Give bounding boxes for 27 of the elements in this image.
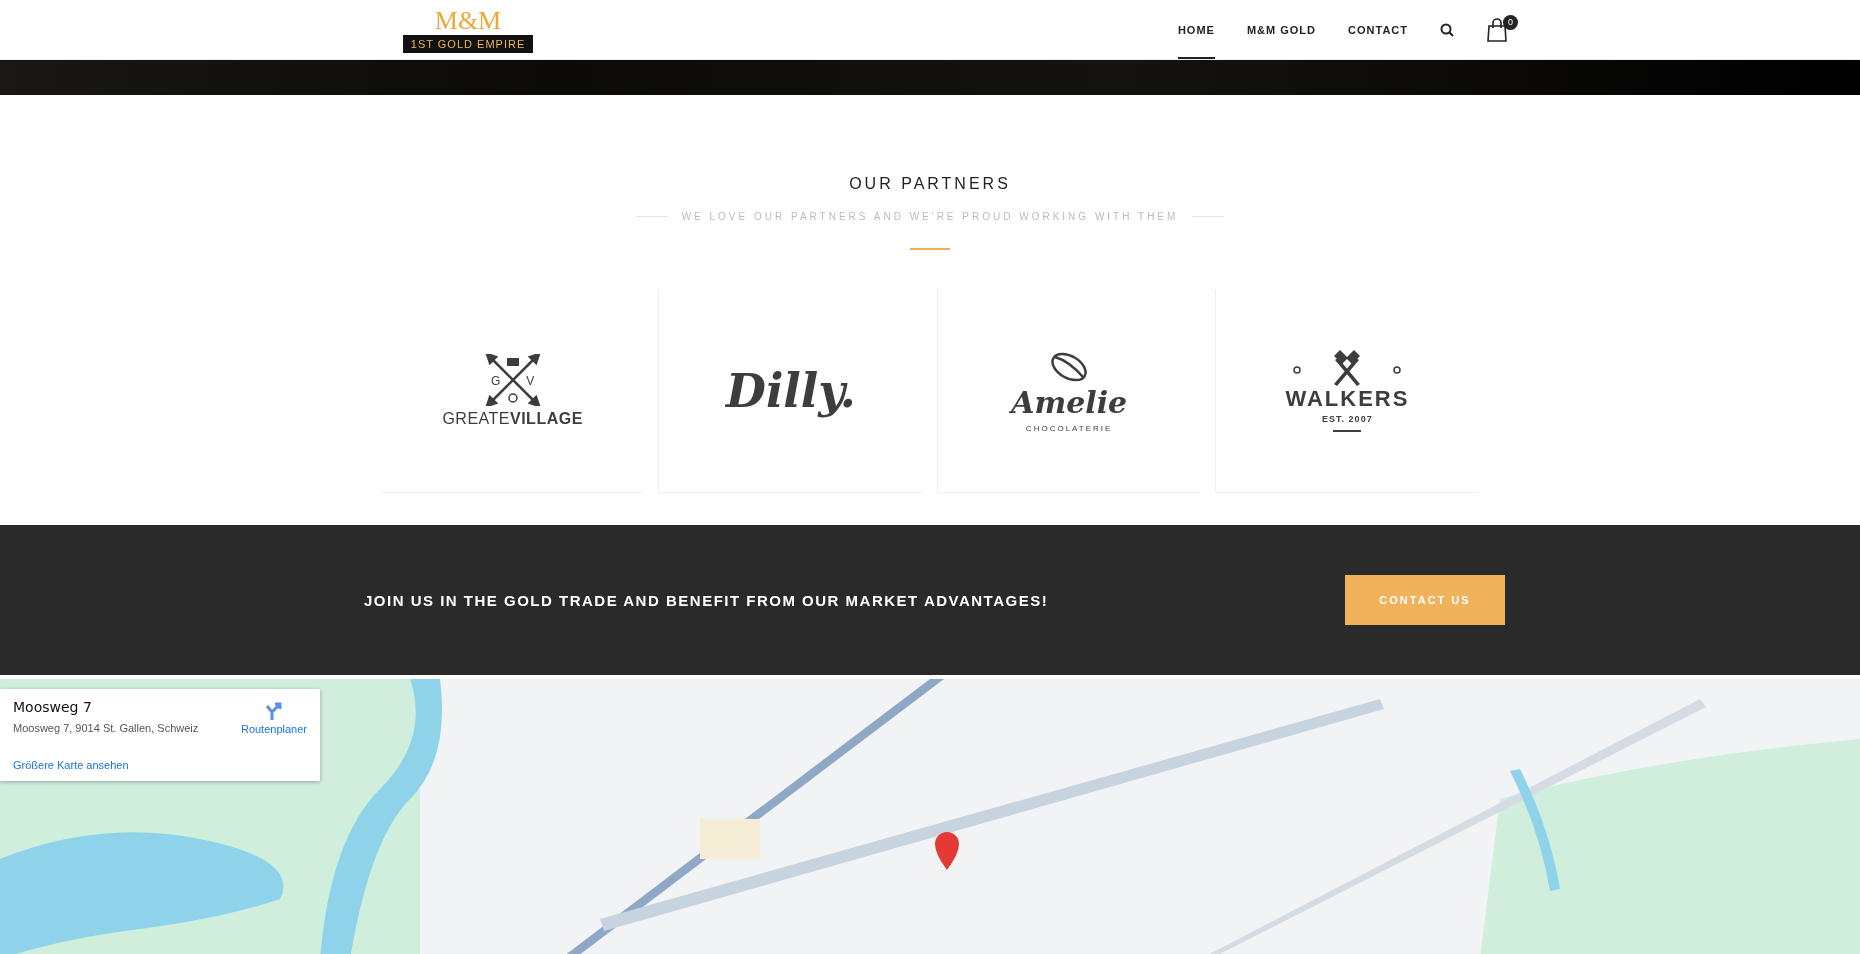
accent-divider [910, 248, 950, 250]
logo-text: GREATEVILLAGE [442, 410, 583, 428]
nav-link[interactable]: CONTACT [1348, 0, 1408, 59]
cta-text: JOIN US IN THE GOLD TRADE AND BENEFIT FROM OUR MARKET ADVANTAGES! [364, 591, 1049, 609]
directions-icon [263, 701, 284, 721]
larger-map-link[interactable]: Größere Karte ansehen [13, 759, 241, 771]
logo-subtitle: EST. 2007 [1322, 414, 1373, 424]
section-title: OUR PARTNERS [849, 175, 1011, 193]
shopping-bag-icon[interactable] [1486, 17, 1508, 42]
logo-subtitle: CHOCOLATERIE [1025, 424, 1113, 433]
place-title: Moosweg 7 [13, 699, 93, 716]
cart-count-badge: 0 [1503, 14, 1518, 30]
logo-monogram: M&M [434, 6, 502, 35]
logo-text: Amelie [1011, 385, 1128, 420]
search-icon[interactable] [1440, 22, 1454, 37]
logo-text: WALKERS [1285, 386, 1410, 412]
logo-letter: G [490, 374, 501, 388]
logo-underline [1333, 430, 1362, 432]
logo-tagline: 1ST GOLD EMPIRE [402, 34, 534, 53]
crossed-axes-icon [1292, 350, 1403, 386]
logo-text: Dilly. [726, 364, 856, 418]
directions-link[interactable]: Routenplaner [240, 699, 307, 735]
crossed-arrows-icon [484, 354, 541, 406]
nav-link[interactable]: M&M GOLD [1246, 0, 1317, 59]
section-subtitle: WE LOVE OUR PARTNERS AND WE'RE PROUD WORKING WITH THEM [681, 211, 1179, 222]
place-address: Moosweg 7, 9014 St. Gallen, Schweiz [13, 722, 200, 735]
logo-letter: V [526, 374, 535, 388]
